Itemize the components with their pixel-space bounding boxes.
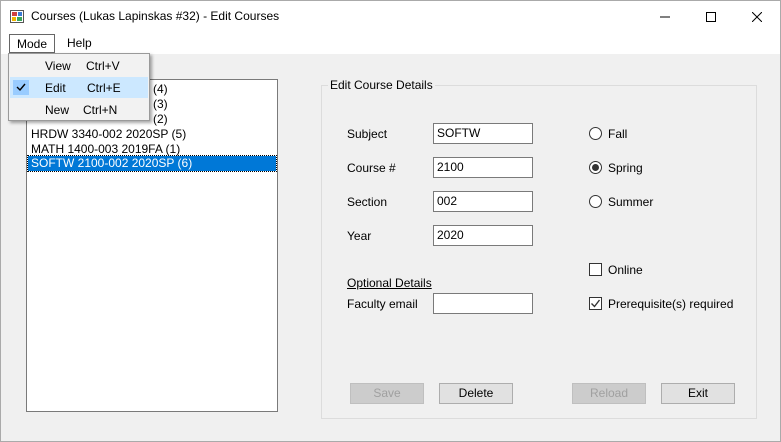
radio-selected-dot	[592, 164, 599, 171]
menu-item-shortcut: Ctrl+E	[87, 81, 121, 95]
maximize-icon	[706, 11, 716, 22]
close-button[interactable]	[734, 1, 780, 32]
reload-button[interactable]: Reload	[572, 383, 646, 404]
section-label: Section	[347, 195, 388, 209]
menu-bar: Mode Help	[1, 32, 780, 54]
list-item[interactable]: MATH 1400-003 2019FA (1)	[28, 142, 276, 157]
main-window: Courses (Lukas Lapinskas #32) - Edit Cou…	[0, 0, 781, 442]
minimize-icon	[660, 16, 670, 17]
course-number-field[interactable]: 2100	[433, 157, 533, 178]
summer-radio[interactable]	[589, 195, 602, 208]
checkmark-icon	[591, 299, 601, 308]
menu-item-view[interactable]: View Ctrl+V	[10, 55, 148, 76]
checkmark-icon	[13, 80, 29, 95]
close-icon	[752, 11, 762, 22]
list-item-text: (2)	[153, 112, 168, 126]
faculty-email-label: Faculty email	[347, 297, 418, 311]
menu-item-shortcut: Ctrl+N	[83, 103, 118, 117]
spring-label[interactable]: Spring	[608, 161, 643, 175]
summer-label[interactable]: Summer	[608, 195, 653, 209]
list-item-text: (4)	[153, 82, 168, 96]
menu-item-shortcut: Ctrl+V	[86, 59, 120, 73]
prerequisite-label[interactable]: Prerequisite(s) required	[608, 297, 733, 311]
minimize-button[interactable]	[642, 1, 688, 32]
list-item-text: (3)	[153, 97, 168, 111]
optional-details-label: Optional Details	[347, 276, 432, 290]
online-checkbox[interactable]	[589, 263, 602, 276]
year-label: Year	[347, 229, 372, 243]
save-button[interactable]: Save	[350, 383, 424, 404]
menu-mode[interactable]: Mode	[9, 34, 56, 53]
delete-button[interactable]: Delete	[439, 383, 513, 404]
course-list[interactable]: (4) (3) (2) HRDW 3340-002 2020SP (5) MAT…	[26, 79, 278, 412]
mode-dropdown-menu: View Ctrl+V Edit Ctrl+E New Ctrl+N	[8, 53, 150, 121]
window-title: Courses (Lukas Lapinskas #32) - Edit Cou…	[31, 9, 280, 23]
title-bar[interactable]: Courses (Lukas Lapinskas #32) - Edit Cou…	[1, 1, 780, 32]
menu-item-new[interactable]: New Ctrl+N	[10, 99, 148, 120]
maximize-button[interactable]	[688, 1, 734, 32]
faculty-email-field[interactable]	[433, 293, 533, 314]
menu-item-edit[interactable]: Edit Ctrl+E	[10, 77, 148, 98]
subject-label: Subject	[347, 127, 388, 141]
menu-item-label: Edit	[45, 81, 66, 95]
list-item-selected[interactable]: SOFTW 2100-002 2020SP (6)	[27, 155, 277, 172]
fall-label[interactable]: Fall	[608, 127, 627, 141]
menu-help[interactable]: Help	[60, 34, 99, 53]
fall-radio[interactable]	[589, 127, 602, 140]
section-field[interactable]: 002	[433, 191, 533, 212]
menu-item-label: View	[45, 59, 71, 73]
app-icon	[10, 10, 24, 23]
spring-radio[interactable]	[589, 161, 602, 174]
subject-field[interactable]: SOFTW	[433, 123, 533, 144]
exit-button[interactable]: Exit	[661, 383, 735, 404]
year-field[interactable]: 2020	[433, 225, 533, 246]
online-label[interactable]: Online	[608, 263, 643, 277]
menu-item-label: New	[45, 103, 70, 117]
prerequisite-checkbox[interactable]	[589, 297, 602, 310]
list-item[interactable]: HRDW 3340-002 2020SP (5)	[28, 127, 276, 142]
group-title: Edit Course Details	[328, 78, 435, 92]
course-number-label: Course #	[347, 161, 396, 175]
